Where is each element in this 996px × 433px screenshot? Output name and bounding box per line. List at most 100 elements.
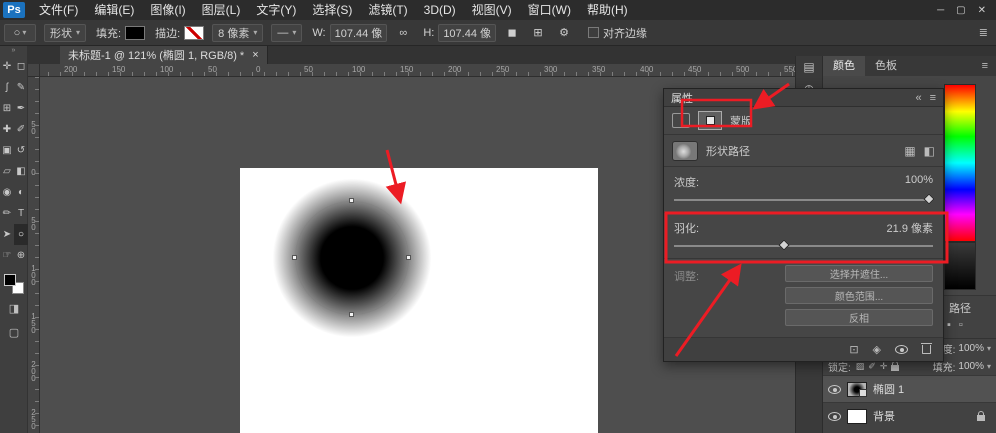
menu-select[interactable]: 选择(S) — [304, 0, 360, 20]
panel-menu-icon[interactable]: ≡ — [930, 92, 936, 104]
chevron-down-icon[interactable]: ▾ — [987, 362, 991, 371]
move-tool[interactable]: ✛ — [0, 56, 14, 77]
tool-mode-select[interactable]: 形状 ▾ — [44, 24, 86, 42]
stroke-type-select[interactable]: — ▾ — [271, 24, 302, 42]
menu-window[interactable]: 窗口(W) — [520, 0, 579, 20]
link-dimensions-icon[interactable]: ∞ — [393, 24, 413, 42]
pen-tool[interactable]: ✏ — [0, 203, 14, 224]
gradient-tool[interactable]: ◧ — [14, 161, 28, 182]
path-anchor-bottom[interactable] — [349, 312, 354, 317]
path-anchor-left[interactable] — [292, 255, 297, 260]
add-vector-mask-icon[interactable]: ◧ — [924, 144, 935, 158]
tool-preset-picker[interactable]: ○ ▾ — [4, 24, 36, 42]
eyedropper-tool[interactable]: ✒ — [14, 98, 28, 119]
document-canvas[interactable] — [240, 168, 598, 433]
screen-mode-button[interactable]: ▢ — [0, 322, 28, 342]
feather-slider-thumb[interactable] — [779, 239, 790, 250]
add-pixel-mask-icon[interactable]: ▦ — [904, 144, 915, 158]
menu-filter[interactable]: 滤镜(T) — [360, 0, 415, 20]
menu-view[interactable]: 视图(V) — [464, 0, 520, 20]
layer-thumbnail[interactable] — [847, 409, 867, 424]
color-range-button[interactable]: 颜色范围... — [785, 287, 933, 304]
path-operations-button[interactable]: ◼ — [502, 24, 522, 42]
menu-edit[interactable]: 编辑(E) — [86, 0, 142, 20]
eraser-tool[interactable]: ▱ — [0, 161, 14, 182]
stroke-swatch[interactable] — [184, 26, 204, 40]
align-edges-checkbox[interactable] — [588, 27, 599, 38]
history-brush-tool[interactable]: ↺ — [14, 140, 28, 161]
quick-mask-button[interactable]: ◨ — [0, 298, 28, 318]
feather-value[interactable]: 21.9 像素 — [887, 220, 933, 236]
gear-icon[interactable]: ⚙ — [554, 24, 574, 42]
path-anchor-top[interactable] — [349, 198, 354, 203]
pixel-mask-icon[interactable] — [672, 113, 690, 128]
select-and-mask-button[interactable]: 选择并遮住... — [785, 265, 933, 282]
chevron-down-icon[interactable]: ▾ — [987, 344, 991, 353]
menu-layer[interactable]: 图层(L) — [194, 0, 249, 20]
dodge-tool[interactable]: ◐ — [14, 182, 28, 203]
options-panel-toggle-icon[interactable]: ≣ — [979, 26, 996, 39]
foreground-color-swatch[interactable] — [4, 274, 16, 286]
fill-swatch[interactable] — [125, 26, 145, 40]
collapsed-panel-button-top[interactable]: ▤ — [796, 56, 822, 78]
lock-position-icon[interactable]: ✛ — [880, 361, 888, 372]
lock-pixels-icon[interactable]: ✐ — [868, 361, 876, 372]
fill-path-icon[interactable]: ▪ — [947, 319, 951, 331]
ruler-origin-corner[interactable] — [28, 64, 40, 77]
menu-3d[interactable]: 3D(D) — [416, 0, 464, 20]
hand-tool[interactable]: ☞ — [0, 245, 14, 266]
vertical-ruler[interactable]: 50 0 50 100 150 200 250 — [28, 77, 40, 433]
layer-visibility-toggle[interactable] — [828, 385, 841, 394]
close-tab-button[interactable]: × — [252, 49, 258, 61]
crop-tool[interactable]: ⊞ — [0, 98, 14, 119]
tab-color[interactable]: 颜色 — [823, 56, 865, 76]
menu-file[interactable]: 文件(F) — [31, 0, 86, 20]
tab-paths[interactable]: 路径 — [949, 300, 971, 316]
lock-transparency-icon[interactable]: ▨ — [856, 361, 865, 372]
ellipse-tool[interactable]: ○ — [14, 224, 28, 245]
fill-opacity-value[interactable]: 100% — [958, 361, 984, 372]
brush-tool[interactable]: ✐ — [14, 119, 28, 140]
layer-row-background[interactable]: 背景 — [823, 402, 996, 429]
collapse-panel-icon[interactable]: « — [915, 92, 921, 104]
path-alignment-button[interactable]: ⊞ — [528, 24, 548, 42]
hue-spectrum-slider[interactable] — [944, 84, 976, 242]
stroke-width-select[interactable]: 8 像素 ▾ — [212, 24, 263, 42]
layer-visibility-toggle[interactable] — [828, 412, 841, 421]
opacity-value[interactable]: 100% — [958, 343, 984, 354]
shade-ramp[interactable] — [944, 242, 976, 290]
path-selection-tool[interactable]: ➤ — [0, 224, 14, 245]
maximize-button[interactable]: ▢ — [956, 5, 965, 16]
panel-menu-icon[interactable]: ≡ — [982, 60, 996, 72]
healing-brush-tool[interactable]: ✚ — [0, 119, 14, 140]
stroke-path-icon[interactable]: ▫ — [959, 319, 963, 331]
zoom-tool[interactable]: ⊕ — [14, 245, 28, 266]
tab-swatches[interactable]: 色板 — [865, 56, 907, 76]
clone-stamp-tool[interactable]: ▣ — [0, 140, 14, 161]
density-slider[interactable] — [674, 199, 933, 201]
layer-row-ellipse[interactable]: 椭圆 1 — [823, 375, 996, 402]
quick-selection-tool[interactable]: ✎ — [14, 77, 28, 98]
menu-image[interactable]: 图像(I) — [142, 0, 193, 20]
feather-slider[interactable] — [674, 245, 933, 247]
marquee-tool[interactable]: ◻ — [14, 56, 28, 77]
lasso-tool[interactable]: ʃ — [0, 77, 14, 98]
menu-help[interactable]: 帮助(H) — [579, 0, 636, 20]
trash-icon[interactable] — [922, 345, 931, 354]
document-tab[interactable]: 未标题-1 @ 121% (椭圆 1, RGB/8) * × — [60, 46, 268, 64]
eye-icon[interactable] — [895, 345, 908, 354]
load-selection-icon[interactable]: ⊡ — [849, 343, 858, 356]
type-tool[interactable]: T — [14, 203, 28, 224]
width-input[interactable]: 107.44 像 — [330, 24, 388, 42]
collapse-toolbar-button[interactable]: » — [0, 46, 27, 56]
menu-type[interactable]: 文字(Y) — [248, 0, 304, 20]
path-anchor-right[interactable] — [406, 255, 411, 260]
vector-mask-icon[interactable] — [698, 111, 722, 130]
density-value[interactable]: 100% — [905, 174, 933, 190]
layer-thumbnail[interactable] — [847, 382, 867, 397]
lock-all-icon[interactable] — [891, 365, 899, 371]
apply-mask-icon[interactable]: ◈ — [873, 343, 881, 356]
minimize-button[interactable]: ─ — [937, 5, 944, 16]
density-slider-thumb[interactable] — [923, 193, 934, 204]
ellipse-path-outline[interactable] — [295, 201, 409, 315]
